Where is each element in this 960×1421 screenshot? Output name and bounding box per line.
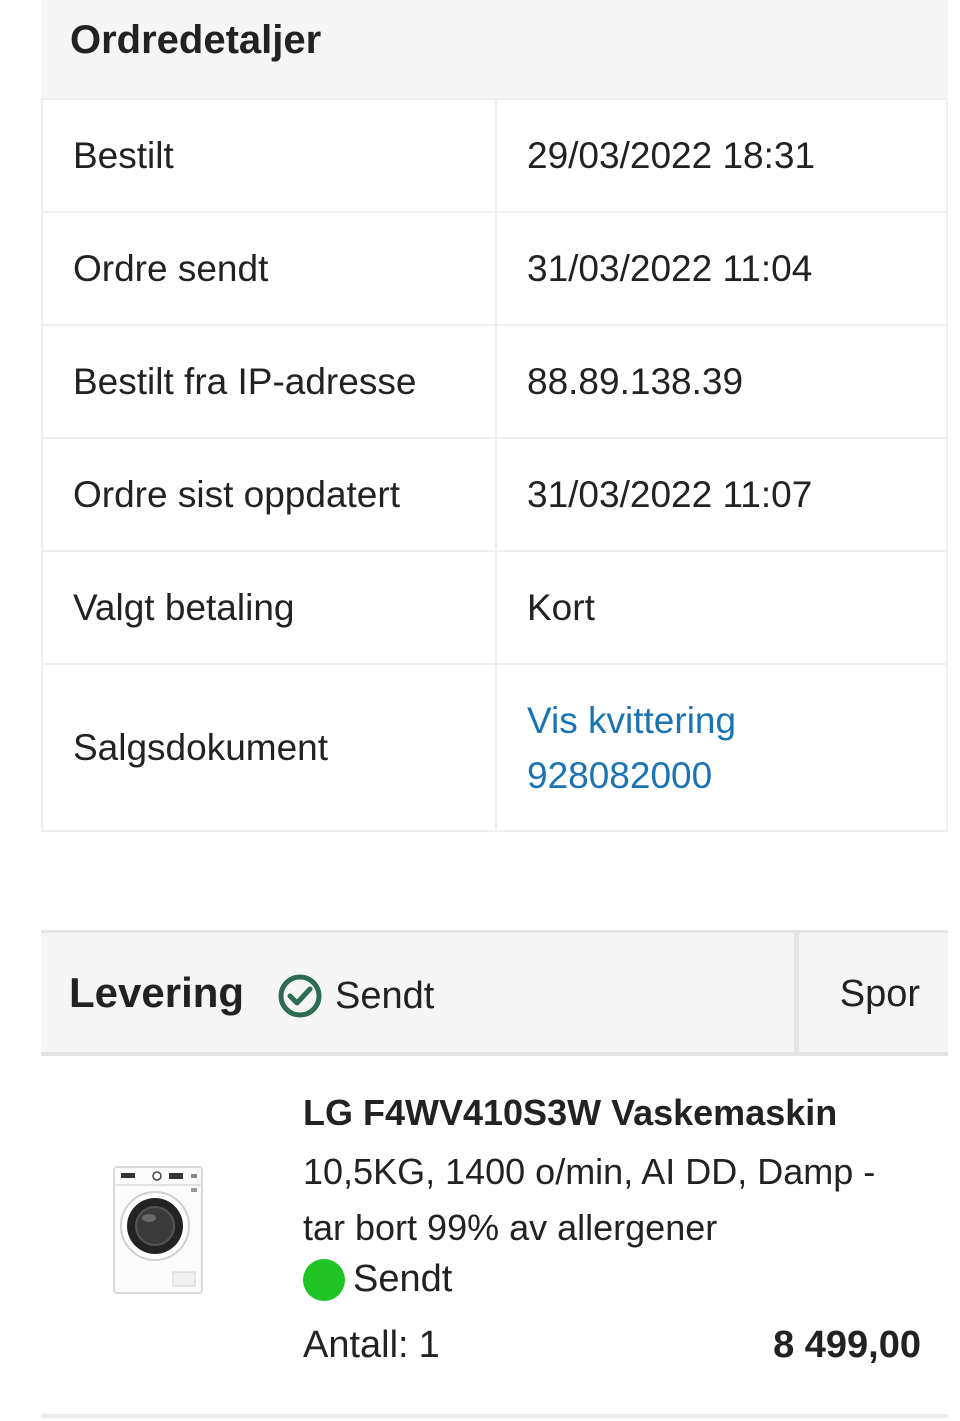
track-button[interactable]: Spor: [840, 973, 920, 1016]
delivery-title: Levering: [69, 969, 245, 1016]
product-status: Sendt: [303, 1258, 452, 1301]
product-description: 10,5KG, 1400 o/min, AI DD, Damp - tar bo…: [303, 1151, 876, 1248]
quantity-value: 1: [418, 1324, 440, 1366]
check-circle-icon: [277, 973, 323, 1019]
product-price: 8 499,00: [773, 1324, 921, 1366]
view-receipt-link[interactable]: Vis kvittering: [527, 693, 946, 748]
order-details-header: Ordredetaljer: [41, 0, 948, 98]
row-value-sales-document: Vis kvittering 928082000: [495, 663, 948, 832]
header-divider: [794, 933, 799, 1052]
washing-machine-image[interactable]: [113, 1166, 203, 1294]
row-value-ordered: 29/03/2022 18:31: [495, 98, 948, 213]
row-label-payment: Valgt betaling: [41, 550, 497, 665]
order-details-table: Bestilt 29/03/2022 18:31 Ordre sendt 31/…: [41, 98, 948, 832]
product-item: LG F4WV410S3W Vaskemaskin 10,5KG, 1400 o…: [41, 1056, 948, 1418]
product-status-text: Sendt: [353, 1258, 453, 1300]
row-label-sales-document: Salgsdokument: [41, 663, 497, 832]
document-number-link[interactable]: 928082000: [527, 748, 946, 803]
row-value-ip: 88.89.138.39: [495, 324, 948, 439]
delivery-status-text: Sendt: [335, 974, 435, 1017]
table-row: Valgt betaling Kort: [41, 550, 948, 665]
table-row: Bestilt fra IP-adresse 88.89.138.39: [41, 324, 948, 439]
row-value-sent: 31/03/2022 11:04: [495, 211, 948, 326]
delivery-header: Levering Sendt Spor: [41, 930, 948, 1056]
table-row: Ordre sist oppdatert 31/03/2022 11:07: [41, 437, 948, 552]
table-row: Salgsdokument Vis kvittering 928082000: [41, 663, 948, 832]
quantity: Antall: 1: [303, 1324, 440, 1367]
row-label-updated: Ordre sist oppdatert: [41, 437, 497, 552]
green-dot-icon: [303, 1258, 345, 1301]
row-value-updated: 31/03/2022 11:07: [495, 437, 948, 552]
row-value-payment: Kort: [495, 550, 948, 665]
order-details-title: Ordredetaljer: [70, 18, 322, 62]
delivery-status: Sendt: [277, 973, 434, 1019]
table-row: Ordre sendt 31/03/2022 11:04: [41, 211, 948, 326]
quantity-label: Antall:: [303, 1324, 409, 1366]
row-label-sent: Ordre sendt: [41, 211, 497, 326]
row-label-ordered: Bestilt: [41, 98, 497, 213]
row-label-ip: Bestilt fra IP-adresse: [41, 324, 497, 439]
product-name[interactable]: LG F4WV410S3W Vaskemaskin: [303, 1092, 837, 1134]
table-row: Bestilt 29/03/2022 18:31: [41, 98, 948, 213]
